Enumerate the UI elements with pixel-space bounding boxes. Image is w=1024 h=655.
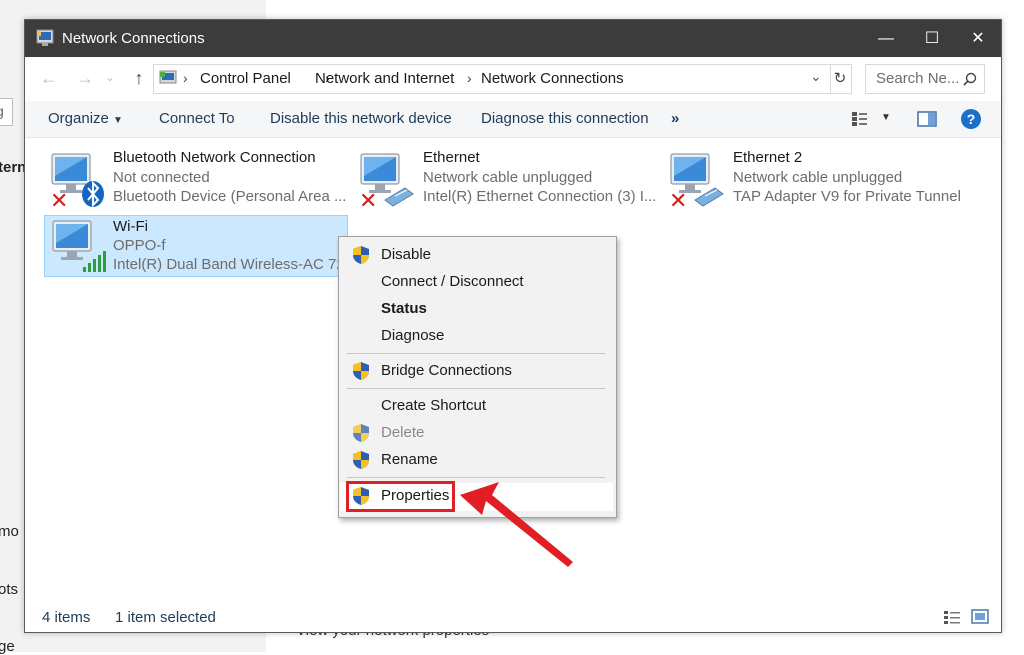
breadcrumb-separator-icon: › — [467, 70, 472, 86]
breadcrumb-network-and-internet[interactable]: Network and Internet — [315, 70, 454, 87]
menu-item-connect-disconnect[interactable]: Connect / Disconnect — [381, 273, 524, 290]
refresh-icon[interactable]: ↻ — [829, 64, 852, 94]
uac-shield-icon — [353, 246, 369, 264]
connection-item-wifi[interactable]: Wi-Fi OPPO-f Intel(R) Dual Band Wireless… — [44, 215, 357, 277]
network-connections-app-icon — [36, 29, 54, 46]
breadcrumb-separator-icon: › — [183, 70, 188, 86]
connection-status: Not connected — [113, 169, 210, 186]
address-field[interactable]: › Control Panel › Network and Internet ›… — [153, 64, 831, 94]
diagnose-connection-button[interactable]: Diagnose this connection — [481, 110, 649, 127]
close-button[interactable]: ✕ — [955, 20, 1001, 57]
breadcrumb-network-connections[interactable]: Network Connections — [481, 70, 624, 87]
connection-name: Ethernet — [423, 149, 480, 166]
help-icon[interactable]: ? — [960, 108, 982, 130]
forward-arrow-icon[interactable]: → — [72, 65, 98, 91]
address-dropdown-chevron-icon[interactable]: ⌄ — [810, 68, 822, 85]
menu-item-bridge-connections[interactable]: Bridge Connections — [381, 362, 512, 379]
annotation-highlight-box — [346, 481, 455, 512]
title-bar[interactable]: Network Connections — ☐ ✕ — [25, 20, 1001, 57]
background-text-fragment: tern — [0, 159, 27, 176]
view-options-chevron-icon[interactable]: ▼ — [881, 112, 891, 123]
ethernet-adapter-icon: ✕ — [669, 153, 724, 210]
menu-separator — [347, 353, 605, 354]
connection-status: Network cable unplugged — [423, 169, 593, 186]
connection-device: Intel(R) Ethernet Connection (3) I... — [423, 188, 657, 205]
chevron-down-icon: ▼ — [113, 115, 123, 126]
menu-item-create-shortcut[interactable]: Create Shortcut — [381, 397, 486, 414]
connection-item-ethernet[interactable]: ✕ Ethernet Network cable unplugged Intel… — [355, 147, 657, 210]
command-toolbar: Organize ▼ Connect To Disable this netwo… — [25, 101, 1001, 138]
svg-text:✕: ✕ — [50, 189, 68, 210]
menu-item-status[interactable]: Status — [381, 300, 427, 317]
background-text-fragment: ge — [0, 638, 15, 655]
search-icon — [963, 72, 977, 86]
svg-text:?: ? — [967, 111, 976, 127]
selection-count: 1 item selected — [115, 609, 216, 626]
disable-device-button[interactable]: Disable this network device — [270, 110, 452, 127]
connection-item-bluetooth[interactable]: ✕ Bluetooth Network Connection Not conne… — [44, 147, 347, 210]
svg-text:✕: ✕ — [359, 189, 377, 210]
context-menu: Disable Connect / Disconnect Status Diag… — [338, 236, 617, 518]
change-view-icon[interactable] — [851, 111, 869, 127]
connect-to-button[interactable]: Connect To — [159, 110, 235, 127]
organize-label: Organize — [48, 110, 109, 127]
organize-button[interactable]: Organize ▼ — [48, 110, 123, 127]
back-arrow-icon[interactable]: ← — [36, 65, 62, 91]
menu-item-rename[interactable]: Rename — [381, 451, 438, 468]
up-arrow-icon[interactable]: ↑ — [126, 65, 152, 91]
connection-name: Bluetooth Network Connection — [113, 149, 316, 166]
connection-status: Network cable unplugged — [733, 169, 903, 186]
recent-locations-chevron-icon[interactable]: ⌄ — [103, 65, 117, 91]
wifi-adapter-icon — [52, 220, 106, 272]
large-icons-view-icon[interactable] — [971, 609, 989, 624]
connection-status: OPPO-f — [113, 237, 166, 254]
connection-item-ethernet-2[interactable]: ✕ Ethernet 2 Network cable unplugged TAP… — [665, 147, 985, 210]
connection-name: Wi-Fi — [113, 218, 148, 235]
svg-text:✕: ✕ — [669, 189, 687, 210]
connection-device: TAP Adapter V9 for Private Tunnel — [733, 188, 961, 205]
address-bar-row: ← → ⌄ ↑ › Control Panel › Network and In… — [25, 57, 1001, 101]
more-commands-button[interactable]: » — [671, 110, 679, 127]
background-text-fragment: mo — [0, 523, 19, 540]
uac-shield-icon — [353, 362, 369, 380]
search-input[interactable]: Search Ne... — [865, 64, 985, 94]
maximize-button[interactable]: ☐ — [909, 20, 955, 57]
annotation-arrow-icon — [460, 482, 573, 567]
menu-item-diagnose[interactable]: Diagnose — [381, 327, 444, 344]
breadcrumb-control-panel[interactable]: Control Panel — [200, 70, 291, 87]
connection-name: Ethernet 2 — [733, 149, 803, 166]
control-panel-icon — [159, 70, 177, 84]
preview-pane-icon[interactable] — [917, 111, 937, 127]
details-view-icon[interactable] — [943, 610, 961, 624]
connection-device: Intel(R) Dual Band Wireless-AC 72... — [113, 256, 358, 273]
ethernet-adapter-icon: ✕ — [359, 153, 414, 210]
background-search-field: g — [0, 98, 13, 126]
uac-shield-icon — [353, 451, 369, 469]
menu-item-delete: Delete — [381, 424, 425, 441]
background-text-fragment: ots — [0, 581, 19, 598]
menu-item-disable[interactable]: Disable — [381, 246, 431, 263]
menu-separator — [347, 388, 605, 389]
uac-shield-icon — [353, 424, 369, 442]
search-placeholder: Search Ne... — [876, 70, 960, 87]
connection-device: Bluetooth Device (Personal Area ... — [113, 188, 347, 205]
minimize-button[interactable]: — — [863, 20, 909, 57]
item-count: 4 items — [42, 609, 91, 626]
window-title: Network Connections — [62, 30, 205, 47]
bluetooth-adapter-icon: ✕ — [50, 153, 104, 210]
